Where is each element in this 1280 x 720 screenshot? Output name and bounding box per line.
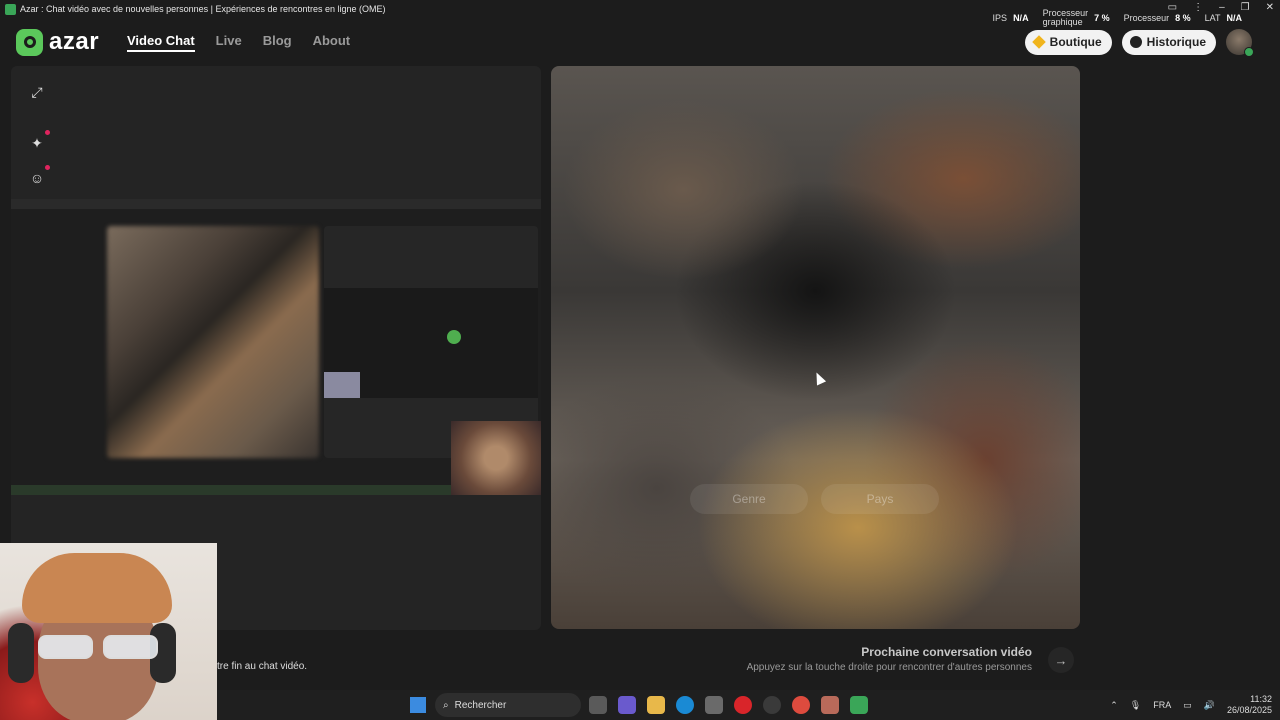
azar-logo-icon [16, 28, 43, 56]
nav-link-blog[interactable]: Blog [263, 33, 292, 52]
opera-icon[interactable] [734, 696, 752, 714]
shop-button[interactable]: Boutique [1024, 29, 1112, 55]
brand-name: azar [49, 28, 100, 55]
preview-mini-camera [324, 372, 360, 398]
preview-taskbar [11, 485, 451, 495]
gem-icon [1031, 35, 1046, 49]
clock-time: 11:32 [1250, 694, 1272, 704]
nav-actions: Boutique Historique [1024, 29, 1254, 57]
shop-label: Boutique [1049, 35, 1102, 49]
country-filter-button[interactable]: Pays [821, 484, 939, 514]
next-conversation-hint: Prochaine conversation vidéo Appuyez sur… [747, 645, 1032, 673]
next-conversation-title: Prochaine conversation vidéo [861, 645, 1032, 659]
windows-start-icon[interactable] [410, 697, 426, 713]
webcam-overlay [0, 543, 217, 720]
nav-link-live[interactable]: Live [216, 33, 242, 52]
taskbar-search[interactable]: ⌕ Rechercher [435, 693, 581, 717]
user-avatar[interactable] [1226, 29, 1254, 57]
webcam-hat [22, 553, 172, 623]
clock[interactable]: 11:32 26/08/2025 [1227, 694, 1272, 716]
close-button[interactable]: ✕ [1266, 2, 1274, 13]
partner-video-panel[interactable]: Genre Pays [551, 66, 1080, 629]
next-conversation-button[interactable]: → [1048, 647, 1074, 673]
teams-icon[interactable] [618, 696, 636, 714]
store-icon[interactable] [705, 696, 723, 714]
azar-taskbar-icon[interactable] [850, 696, 868, 714]
arrow-right-icon: → [1054, 652, 1068, 668]
windows-taskbar: ⌕ Rechercher ⌃ 🎙 FRA ▭ 🔊 11:32 26/08/202… [217, 690, 1280, 720]
nav-link-video-chat[interactable]: Video Chat [127, 33, 195, 52]
history-button[interactable]: Historique [1121, 29, 1216, 55]
window-title: Azar : Chat vidéo avec de nouvelles pers… [20, 4, 386, 14]
face-filter-icon[interactable]: ☺ [27, 165, 50, 188]
clock-date: 26/08/2025 [1226, 705, 1272, 715]
clock-icon [1129, 36, 1142, 48]
notification-dot [45, 130, 50, 135]
end-chat-hint: tre fin au chat vidéo. [217, 661, 308, 672]
file-explorer-icon[interactable] [647, 696, 665, 714]
chevron-up-icon[interactable]: ⌃ [1110, 700, 1118, 711]
app-icon[interactable] [763, 696, 781, 714]
preview-inner-window [324, 288, 538, 398]
webcam-headphone-left [8, 623, 34, 683]
preview-webcam [451, 421, 541, 495]
language-indicator[interactable]: FRA [1153, 700, 1171, 710]
preview-green-dot [447, 330, 461, 344]
task-view-icon[interactable] [589, 696, 607, 714]
microphone-icon[interactable]: 🎙 [1130, 700, 1141, 711]
expand-icon[interactable]: ⤢ [27, 82, 47, 102]
app-icon[interactable] [821, 696, 839, 714]
preview-blurred-video [107, 226, 319, 458]
next-conversation-subtitle: Appuyez sur la touche droite pour rencon… [746, 662, 1032, 673]
edge-icon[interactable] [676, 696, 694, 714]
shared-screen-preview [11, 199, 541, 495]
history-label: Historique [1146, 35, 1206, 49]
azar-logo[interactable]: azar [16, 28, 99, 56]
system-tray: ⌃ 🎙 FRA ▭ 🔊 11:32 26/08/2025 [1110, 694, 1272, 716]
azar-favicon-icon [5, 3, 16, 15]
gender-filter-button[interactable]: Genre [690, 484, 808, 514]
volume-icon[interactable]: 🔊 [1204, 700, 1215, 711]
top-navigation: azar Video Chat Live Blog About Boutique… [0, 22, 1280, 62]
webcam-glasses [38, 635, 158, 659]
network-icon[interactable]: ▭ [1183, 700, 1192, 711]
chrome-icon[interactable] [792, 696, 810, 714]
notification-dot [45, 165, 50, 170]
nav-links: Video Chat Live Blog About [127, 33, 350, 52]
mouse-cursor-icon [811, 370, 827, 386]
taskbar-apps [589, 696, 868, 714]
nav-link-about[interactable]: About [313, 33, 351, 52]
search-icon: ⌕ [443, 699, 449, 711]
preview-top-bar [11, 199, 541, 209]
taskbar-search-label: Rechercher [454, 699, 507, 711]
effects-icon[interactable]: ✦ [27, 130, 50, 153]
